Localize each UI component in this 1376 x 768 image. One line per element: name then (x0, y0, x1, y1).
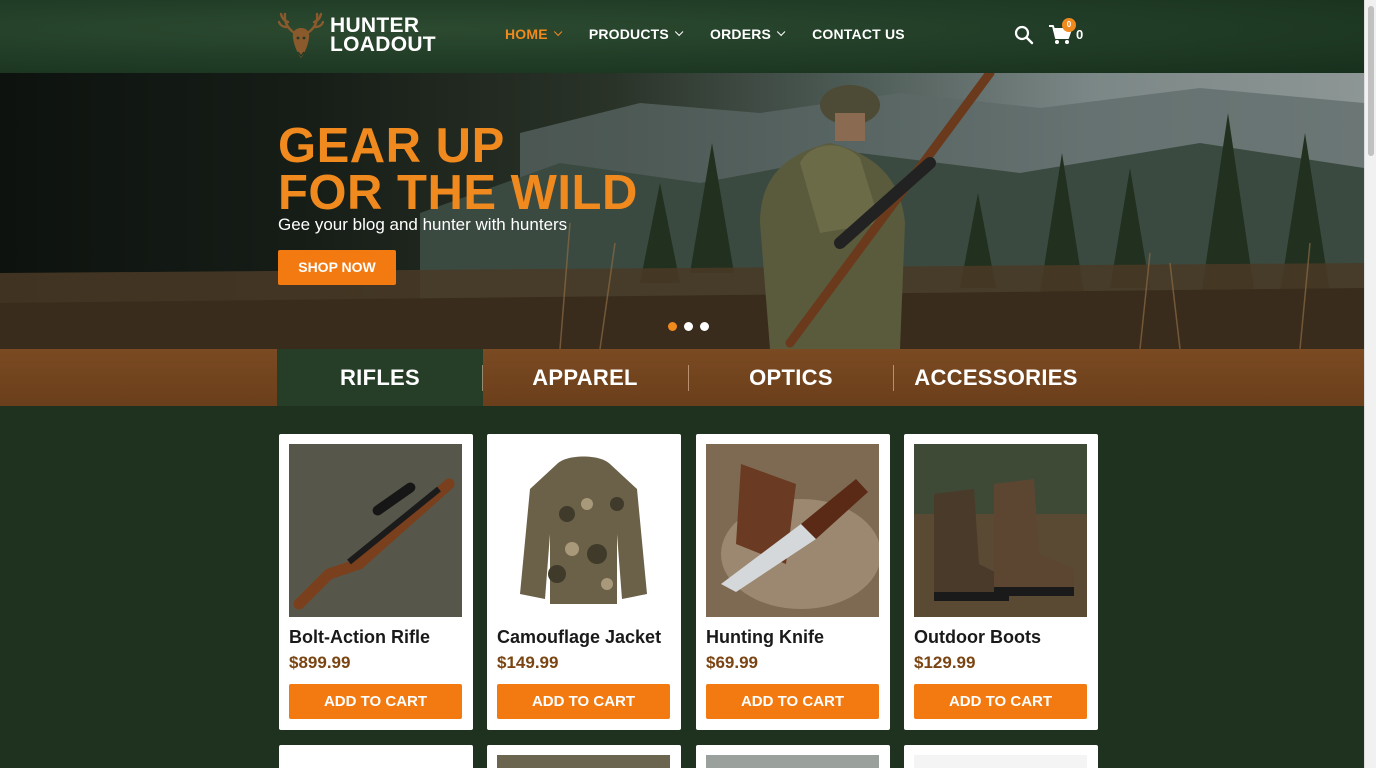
hero-title-line2: FOR THE WILD (278, 166, 638, 220)
cart-badge: 0 (1062, 18, 1076, 32)
carousel-dot-3[interactable] (700, 322, 709, 331)
product-card[interactable]: Bolt-Action Rifle $899.99 ADD TO CART (279, 434, 473, 730)
add-to-cart-button[interactable]: ADD TO CART (706, 684, 879, 719)
hero-subtitle: Gee your blog and hunter with hunters (278, 215, 568, 234)
main-nav: HOME PRODUCTS ORDERS CONTACT US (505, 26, 935, 42)
product-card[interactable]: Outdoor Boots $129.99 ADD TO CART (904, 434, 1098, 730)
add-to-cart-button[interactable]: ADD TO CART (497, 684, 670, 719)
product-image-partial (914, 755, 1087, 768)
product-image-knife[interactable] (706, 444, 879, 617)
chevron-down-icon (776, 27, 786, 37)
chevron-down-icon (553, 27, 563, 37)
product-card[interactable]: Camouflage Jacket $149.99 ADD TO CART (487, 434, 681, 730)
tab-optics[interactable]: OPTICS (688, 349, 894, 406)
product-image-partial (289, 755, 462, 768)
product-name[interactable]: Hunting Knife (706, 627, 824, 648)
tab-apparel[interactable]: APPAREL (482, 349, 688, 406)
carousel-dots (668, 322, 716, 331)
brand-name-line2: LOADOUT (330, 33, 436, 56)
product-price: $129.99 (914, 653, 976, 672)
add-to-cart-button[interactable]: ADD TO CART (289, 684, 462, 719)
product-card-partial[interactable] (696, 745, 890, 768)
carousel-dot-2[interactable] (684, 322, 693, 331)
product-name[interactable]: Bolt-Action Rifle (289, 627, 430, 648)
nav-orders-label: ORDERS (709, 26, 772, 42)
nav-products[interactable]: PRODUCTS (588, 26, 684, 42)
nav-contact-label: CONTACT US (812, 26, 905, 42)
nav-home[interactable]: HOME (505, 26, 563, 42)
product-card-partial[interactable] (279, 745, 473, 768)
brand-logo[interactable]: HUNTER LOADOUT (278, 8, 436, 62)
add-to-cart-button[interactable]: ADD TO CART (914, 684, 1087, 719)
product-card-partial[interactable] (904, 745, 1098, 768)
category-bar: RIFLES APPAREL OPTICS ACCESSORIES (0, 349, 1364, 406)
product-image-boots[interactable] (914, 444, 1087, 617)
product-image-rifle[interactable] (289, 444, 462, 617)
search-icon[interactable] (1014, 25, 1034, 45)
hero-background-image (0, 73, 1364, 349)
site-header: HUNTER LOADOUT HOME PRODUCTS ORDERS CONT… (0, 0, 1364, 73)
chevron-down-icon (674, 27, 684, 37)
carousel-dot-1[interactable] (668, 322, 677, 331)
product-card[interactable]: Hunting Knife $69.99 ADD TO CART (696, 434, 890, 730)
nav-contact-us[interactable]: CONTACT US (812, 26, 905, 42)
nav-products-label: PRODUCTS (588, 26, 669, 42)
product-image-jacket[interactable] (497, 444, 670, 617)
page: HUNTER LOADOUT HOME PRODUCTS ORDERS CONT… (0, 0, 1364, 768)
product-price: $69.99 (706, 653, 758, 672)
cart-count: 0 (1076, 27, 1084, 42)
shop-now-button[interactable]: SHOP NOW (278, 250, 396, 285)
scrollbar[interactable] (1364, 0, 1376, 768)
nav-home-label: HOME (505, 26, 548, 42)
product-card-partial[interactable] (487, 745, 681, 768)
scrollbar-thumb[interactable] (1368, 6, 1374, 156)
deer-head-icon (278, 12, 324, 58)
product-image-partial (497, 755, 670, 768)
product-image-partial (706, 755, 879, 768)
hero-title: GEAR UP FOR THE WILD (278, 119, 638, 220)
hero-title-line1: GEAR UP (278, 119, 505, 173)
product-name[interactable]: Outdoor Boots (914, 627, 1041, 648)
tab-accessories[interactable]: ACCESSORIES (893, 349, 1099, 406)
product-name[interactable]: Camouflage Jacket (497, 627, 661, 648)
product-price: $899.99 (289, 653, 351, 672)
hero-banner: GEAR UP FOR THE WILD Gee your blog and h… (0, 73, 1364, 349)
nav-orders[interactable]: ORDERS (709, 26, 786, 42)
tab-rifles[interactable]: RIFLES (277, 349, 483, 406)
product-price: $149.99 (497, 653, 559, 672)
